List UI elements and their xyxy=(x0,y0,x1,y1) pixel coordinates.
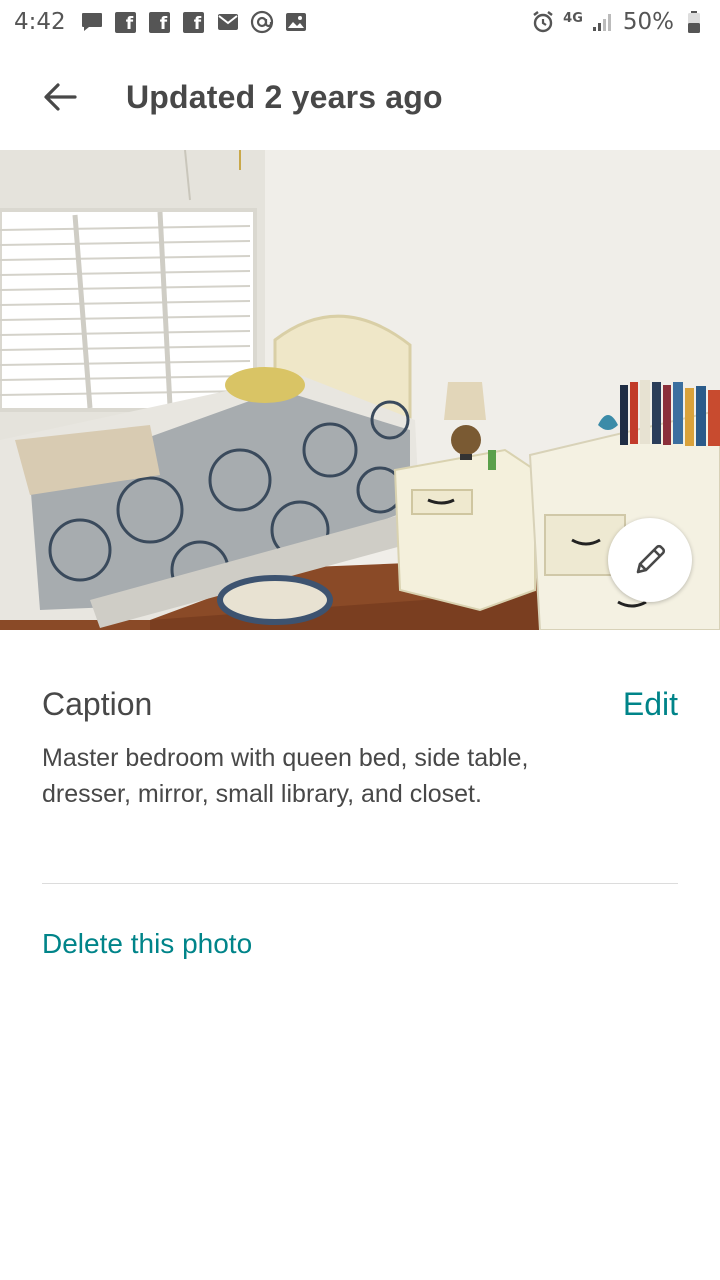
message-icon xyxy=(80,10,104,34)
network-type: 4G xyxy=(563,10,583,26)
alarm-icon xyxy=(531,10,555,34)
delete-photo-link[interactable]: Delete this photo xyxy=(42,928,252,960)
status-right: 4G 50% xyxy=(531,9,706,35)
pencil-icon xyxy=(636,544,666,574)
caption-label: Caption xyxy=(42,685,153,722)
arrow-left-icon xyxy=(44,83,77,111)
edit-caption-link[interactable]: Edit xyxy=(623,686,678,723)
status-bar: 4:42 f f f 4G 50% xyxy=(0,0,720,44)
back-button[interactable] xyxy=(30,67,90,127)
mail-icon xyxy=(216,10,240,34)
facebook-icon: f xyxy=(182,10,206,34)
signal-icon xyxy=(591,10,615,34)
image-icon xyxy=(284,10,308,34)
status-time: 4:42 xyxy=(14,9,66,35)
divider xyxy=(42,883,678,884)
status-left: 4:42 f f f xyxy=(14,9,308,35)
app-header: Updated 2 years ago xyxy=(0,44,720,150)
facebook-icon: f xyxy=(114,10,138,34)
battery-percent: 50% xyxy=(622,9,674,35)
caption-text: Master bedroom with queen bed, side tabl… xyxy=(42,744,529,808)
battery-icon xyxy=(682,10,706,34)
page-title: Updated 2 years ago xyxy=(126,78,443,115)
caption-section: Caption Edit Master bedroom with queen b… xyxy=(42,680,678,812)
edit-photo-button[interactable] xyxy=(608,518,692,602)
at-icon xyxy=(250,10,274,34)
caption-header: Caption Edit xyxy=(42,680,678,728)
facebook-icon: f xyxy=(148,10,172,34)
